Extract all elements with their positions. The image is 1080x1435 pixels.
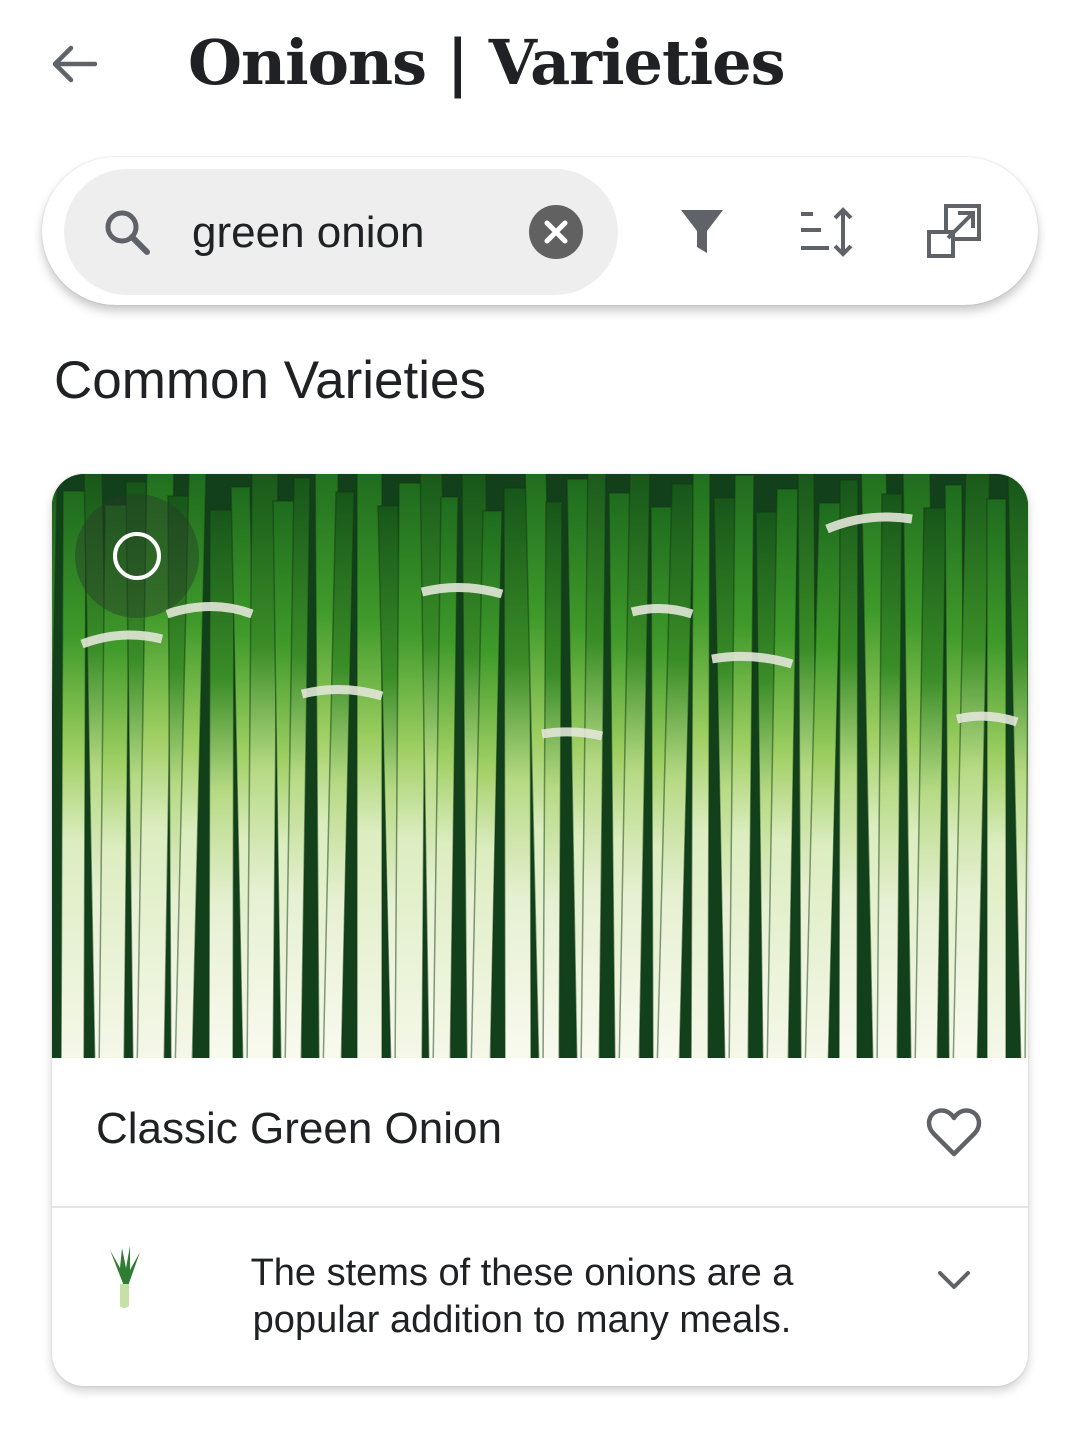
select-toggle[interactable] xyxy=(75,494,199,618)
onion-stalk xyxy=(356,474,383,1058)
variety-description: The stems of these onions are a popular … xyxy=(250,1252,794,1341)
search-input[interactable] xyxy=(190,197,524,269)
variety-photo xyxy=(52,474,1028,1058)
sort-icon xyxy=(801,207,853,257)
select-circle-icon xyxy=(113,532,161,580)
filter-button[interactable] xyxy=(667,197,737,267)
card-divider xyxy=(52,1206,1028,1208)
onion-stalk xyxy=(876,493,903,1058)
open-external-icon xyxy=(927,204,981,258)
onion-stalk xyxy=(838,479,859,1058)
green-onion-icon xyxy=(110,1246,140,1308)
arrow-left-icon xyxy=(52,45,97,83)
onion-stalk xyxy=(986,498,1007,1058)
favorite-button[interactable] xyxy=(918,1100,990,1166)
back-button[interactable] xyxy=(40,30,108,98)
search-toolbar xyxy=(42,157,1038,305)
chevron-down-icon xyxy=(938,1271,970,1289)
expand-button[interactable] xyxy=(924,1260,984,1300)
clear-icon xyxy=(544,220,568,244)
filter-icon xyxy=(681,210,723,253)
section-title: Common Varieties xyxy=(54,351,486,410)
variety-card[interactable]: Classic Green Onion The stems of these o… xyxy=(52,474,1028,1386)
search-box[interactable] xyxy=(64,169,618,295)
variety-name: Classic Green Onion xyxy=(96,1104,502,1153)
open-external-button[interactable] xyxy=(919,197,989,267)
search-icon xyxy=(105,210,150,255)
sort-button[interactable] xyxy=(792,197,862,267)
onion-stalk xyxy=(208,509,235,1058)
onion-stalk xyxy=(542,501,563,1058)
page-title: Onions | Varieties xyxy=(188,26,785,99)
onion-stalk xyxy=(690,474,711,1058)
heart-icon xyxy=(926,1108,982,1157)
clear-search-button[interactable] xyxy=(529,205,583,259)
app-bar: Onions | Varieties xyxy=(0,0,1080,130)
